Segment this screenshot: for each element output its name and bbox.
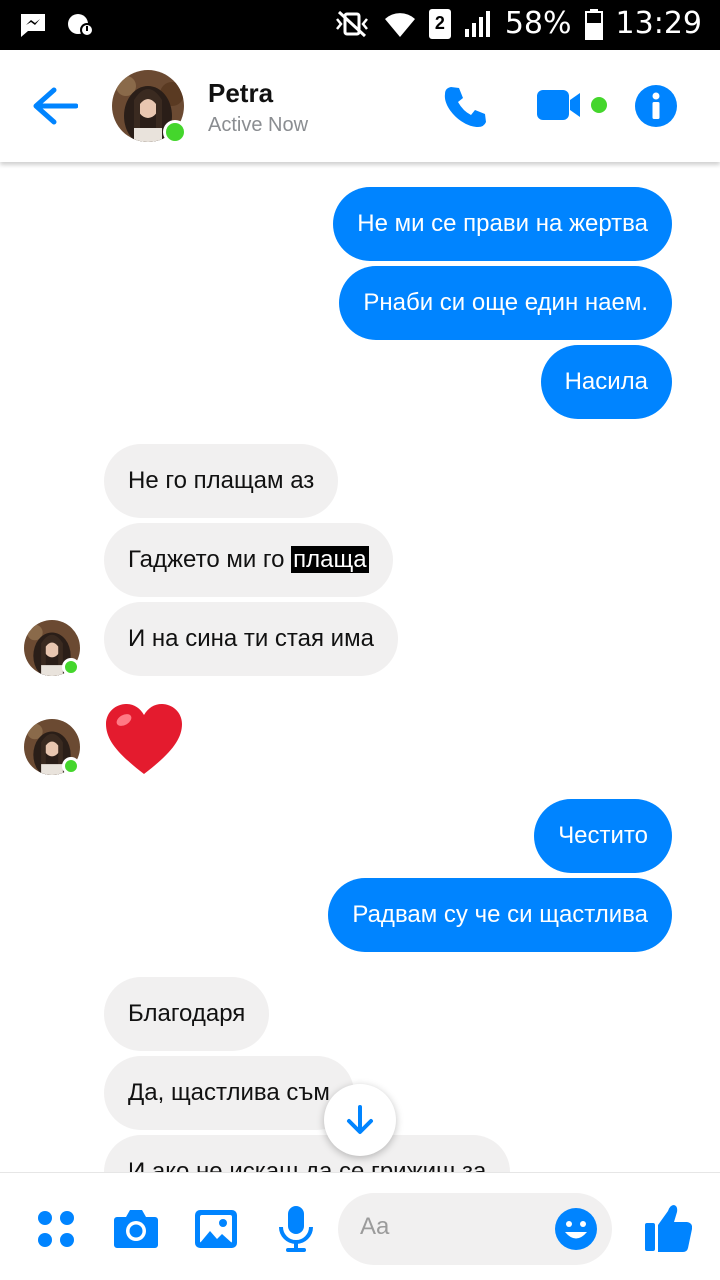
- sim-badge: 2: [428, 8, 451, 39]
- message-bubble-outgoing[interactable]: Рнаби си още един наем.: [339, 266, 672, 340]
- back-arrow-icon[interactable]: [32, 86, 78, 126]
- composer-bar: Aa: [0, 1172, 720, 1280]
- battery-percent: 58%: [504, 6, 572, 41]
- clock: 13:29: [615, 6, 702, 41]
- message-text: Гаджето ми го: [128, 546, 292, 573]
- wifi-icon: [384, 12, 415, 37]
- camera-icon[interactable]: [113, 1207, 159, 1249]
- online-indicator: [163, 120, 187, 144]
- emoji-icon[interactable]: [554, 1207, 598, 1251]
- arrow-down-icon: [347, 1105, 373, 1134]
- chat-header: Petra Active Now: [0, 50, 720, 162]
- message-bubble-incoming[interactable]: Благодаря: [104, 977, 270, 1051]
- signal-icon: [464, 10, 490, 37]
- heart-emoji-message[interactable]: [104, 702, 184, 776]
- phone-icon[interactable]: [442, 84, 486, 128]
- message-bubble-outgoing[interactable]: Честито: [534, 799, 672, 873]
- battery-icon: [584, 8, 603, 40]
- online-indicator: [62, 757, 80, 775]
- messenger-notification-icon: [21, 14, 45, 37]
- message-bubble-incoming[interactable]: Не го плащам аз: [104, 444, 339, 518]
- contact-status: Active Now: [208, 114, 309, 136]
- scroll-to-bottom-button[interactable]: [324, 1084, 396, 1156]
- message-bubble-incoming[interactable]: И ако не искаш да се грижиш за: [104, 1135, 511, 1172]
- thumbs-up-icon[interactable]: [644, 1203, 692, 1253]
- info-icon[interactable]: [634, 84, 678, 128]
- vibrate-mute-icon: [335, 10, 368, 37]
- message-input[interactable]: Aa: [338, 1193, 612, 1265]
- wifi-settings-icon: [68, 14, 94, 37]
- status-bar: 2 58% 13:29: [0, 0, 720, 50]
- message-list[interactable]: Не ми се прави на жертва Рнаби си още ед…: [0, 162, 720, 1172]
- gallery-icon[interactable]: [194, 1209, 238, 1249]
- message-bubble-incoming[interactable]: Да, щастлива съм: [104, 1056, 354, 1130]
- message-bubble-outgoing[interactable]: Насила: [540, 345, 672, 419]
- message-bubble-outgoing[interactable]: Радвам су че си щастлива: [328, 878, 672, 952]
- message-bubble-outgoing[interactable]: Не ми се прави на жертва: [333, 187, 672, 261]
- contact-name[interactable]: Petra: [208, 78, 273, 109]
- message-input-placeholder: Aa: [360, 1213, 390, 1240]
- online-indicator: [62, 658, 80, 676]
- highlighted-text: плаща: [291, 546, 369, 573]
- message-bubble-incoming[interactable]: Гаджето ми го плаща: [104, 523, 393, 597]
- message-bubble-incoming[interactable]: И на сина ти стая има: [104, 602, 398, 676]
- more-apps-icon[interactable]: [36, 1209, 76, 1249]
- microphone-icon[interactable]: [278, 1205, 314, 1253]
- video-call-icon[interactable]: [536, 88, 610, 122]
